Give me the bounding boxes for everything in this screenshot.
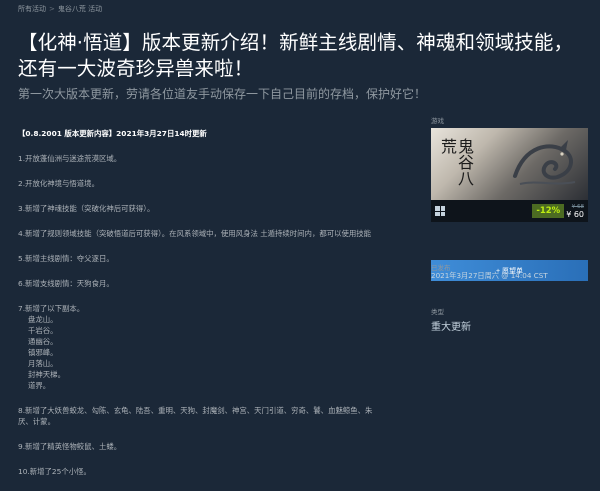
game-capsule-image[interactable]: 鬼谷八荒 xyxy=(431,128,588,200)
list-item: 5.新增主线剧情：夺父逐日。 xyxy=(18,254,114,263)
dungeon-item: 月落山。 xyxy=(28,359,58,368)
list-item-dungeons: 7.新增了以下副本。 盘龙山。 千岩谷。 通幽谷。 镇邪峰。 月落山。 封神天梯… xyxy=(18,303,418,391)
breadcrumb-separator: > xyxy=(49,5,55,13)
dungeon-item: 封神天梯。 xyxy=(28,370,65,379)
list-item: 6.新增支线剧情：天狗食月。 xyxy=(18,279,114,288)
breadcrumb-all-events[interactable]: 所有活动 xyxy=(18,4,46,14)
final-price: ¥ 60 xyxy=(566,209,584,219)
windows-icon xyxy=(435,206,445,216)
game-logo: 鬼谷八荒 xyxy=(438,138,474,186)
sidebar: 游戏 鬼谷八荒 -12% ¥ 68 ¥ 60 + 愿望单 xyxy=(431,115,588,281)
dungeon-item: 道界。 xyxy=(28,381,51,390)
event-content: 【0.8.2001 版本更新内容】2021年3月27日14时更新 1.开放蓬仙洲… xyxy=(18,128,418,491)
discount-badge: -12% xyxy=(532,204,565,218)
dungeon-list: 盘龙山。 千岩谷。 通幽谷。 镇邪峰。 月落山。 封神天梯。 道界。 xyxy=(18,314,418,391)
posted-date: 2021年3月27日周六 @ 14:04 CST xyxy=(431,271,548,280)
dragon-art-icon xyxy=(513,140,576,185)
list-item-title: 7.新增了以下副本。 xyxy=(18,304,85,313)
breadcrumb: 所有活动 > 鬼谷八荒 活动 xyxy=(18,4,102,14)
dungeon-item: 镇邪峰。 xyxy=(28,348,58,357)
list-item: 10.新增了25个小怪。 xyxy=(18,467,91,476)
list-item: 2.开放化神境与悟道境。 xyxy=(18,179,99,188)
event-type: 重大更新 xyxy=(431,322,471,333)
list-item: 4.新增了规则领域技能（突破悟道后可获得）。在风系领域中，使用风身法 土遁持续时… xyxy=(18,229,372,238)
version-heading: 【0.8.2001 版本更新内容】2021年3月27日14时更新 xyxy=(18,129,207,138)
type-label: 类型 xyxy=(431,308,444,316)
list-item: 3.新增了神魂技能（突破化神后可获得）。 xyxy=(18,204,155,213)
game-price-bar: -12% ¥ 68 ¥ 60 xyxy=(431,200,588,222)
breadcrumb-game-events[interactable]: 鬼谷八荒 活动 xyxy=(58,4,102,14)
dungeon-item: 通幽谷。 xyxy=(28,337,58,346)
dungeon-item: 盘龙山。 xyxy=(28,315,58,324)
dungeon-item: 千岩谷。 xyxy=(28,326,58,335)
game-capsule[interactable]: 鬼谷八荒 -12% ¥ 68 ¥ 60 xyxy=(431,128,588,222)
list-item-line: 厌、计蒙。 xyxy=(18,417,55,426)
page-subtitle: 第一次大版本更新，劳请各位道友手动保存一下自己目前的存档，保护好它！ xyxy=(18,87,427,101)
page-title: 【化神·悟道】版本更新介绍！新鲜主线剧情、神魂和领域技能，还有一大波奇珍异兽来啦… xyxy=(18,31,574,80)
list-item: 1.开放蓬仙洲与迷途荒漠区域。 xyxy=(18,154,122,163)
list-item-bosses: 8.新增了大妖兽蛟龙、勾陈、玄龟、陆吾、重明、天狗、封魔剑、神宫、天门引道、穷奇… xyxy=(18,405,418,427)
game-label: 游戏 xyxy=(431,117,444,125)
price-block: ¥ 68 ¥ 60 xyxy=(566,204,584,219)
list-item-line: 8.新增了大妖兽蛟龙、勾陈、玄龟、陆吾、重明、天狗、封魔剑、神宫、天门引道、穷奇… xyxy=(18,406,373,415)
